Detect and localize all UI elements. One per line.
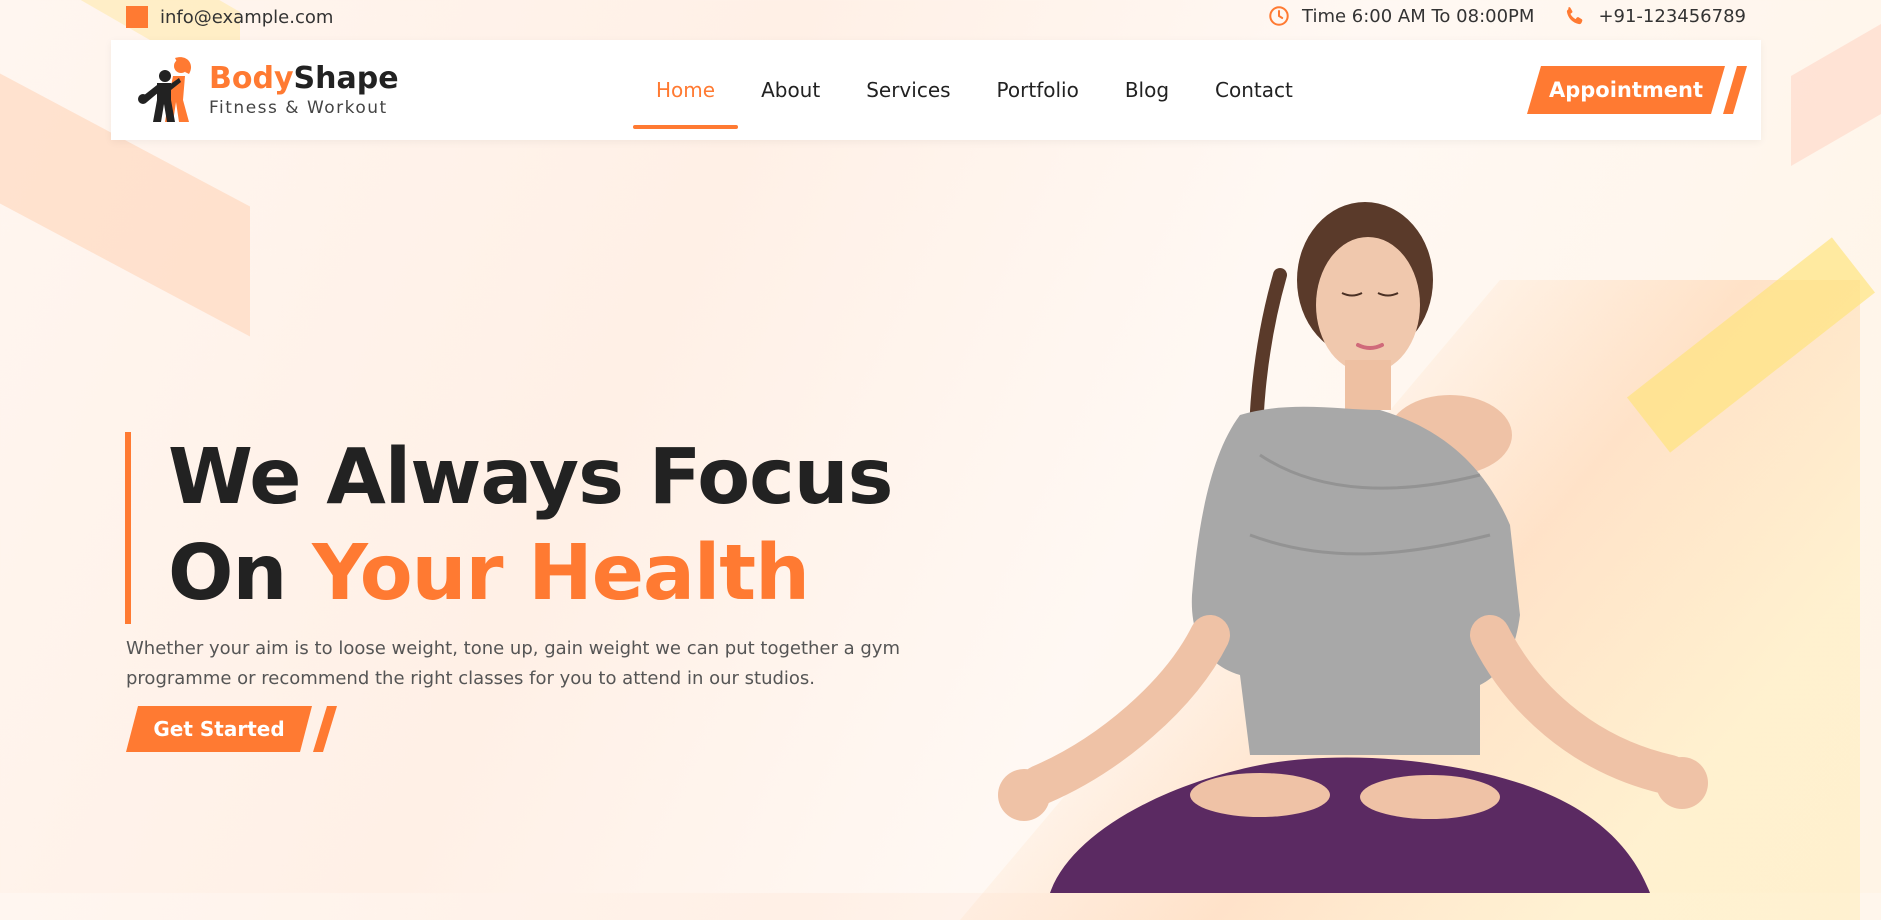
- hero-title-highlight: Your Health: [312, 529, 810, 618]
- email-square-icon: [126, 6, 148, 28]
- phone-icon: [1567, 7, 1583, 25]
- nav-item-services[interactable]: Services: [843, 40, 973, 140]
- primary-nav: Home About Services Portfolio Blog Conta…: [633, 40, 1316, 140]
- site-logo[interactable]: BodyShape Fitness & Workout: [135, 56, 399, 124]
- logo-tagline: Fitness & Workout: [209, 98, 388, 118]
- top-email[interactable]: info@example.com: [126, 6, 333, 28]
- appointment-button-label[interactable]: Appointment: [1527, 66, 1725, 114]
- top-phone-text[interactable]: +91-123456789: [1598, 6, 1746, 27]
- logo-brand-body: Body: [209, 61, 294, 96]
- nav-item-portfolio[interactable]: Portfolio: [974, 40, 1102, 140]
- logo-text: BodyShape Fitness & Workout: [209, 62, 399, 119]
- nav-item-home[interactable]: Home: [633, 40, 739, 140]
- appointment-button[interactable]: Appointment: [1527, 66, 1747, 114]
- top-hours: Time 6:00 AM To 08:00PM: [1268, 5, 1534, 27]
- hero-description: Whether your aim is to loose weight, ton…: [126, 638, 900, 689]
- top-contact-info: Time 6:00 AM To 08:00PM +91-123456789: [1268, 5, 1746, 27]
- main-navbar: BodyShape Fitness & Workout Home About S…: [111, 40, 1761, 140]
- appointment-button-stripe: [1723, 66, 1747, 114]
- get-started-stripe: [313, 706, 337, 752]
- hero-title-line2-prefix: On: [168, 529, 313, 618]
- clock-icon: [1269, 6, 1289, 26]
- hero-yoga-woman-image: [998, 202, 1708, 893]
- top-hours-text: Time 6:00 AM To 08:00PM: [1302, 5, 1535, 27]
- nav-item-contact[interactable]: Contact: [1192, 40, 1316, 140]
- top-email-text[interactable]: info@example.com: [160, 7, 333, 28]
- logo-brand-shape: Shape: [293, 61, 399, 96]
- hero-title-line1: We Always Focus: [168, 433, 893, 522]
- top-bar: info@example.com Time 6:00 AM To 08:00PM…: [0, 0, 1881, 34]
- nav-item-blog[interactable]: Blog: [1102, 40, 1192, 140]
- logo-brand: BodyShape: [209, 62, 399, 96]
- fitness-logo-icon: [138, 57, 192, 122]
- bg-shape-top-right: [1791, 24, 1881, 166]
- get-started-label[interactable]: Get Started: [126, 706, 312, 752]
- nav-item-about[interactable]: About: [738, 40, 843, 140]
- get-started-button[interactable]: Get Started: [126, 706, 337, 752]
- hero-title: We Always Focus On Your Health: [168, 430, 893, 622]
- top-phone[interactable]: +91-123456789: [1564, 5, 1746, 27]
- hero-accent-bar: [125, 432, 131, 624]
